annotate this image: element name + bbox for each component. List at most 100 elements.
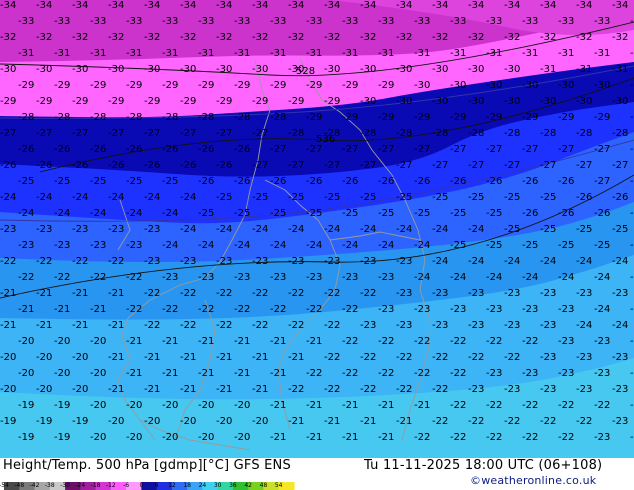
- temperature-label: -22: [306, 368, 322, 379]
- temperature-label: -22: [324, 384, 340, 395]
- temperature-label: -21: [72, 320, 88, 331]
- temperature-label: -22: [414, 432, 430, 443]
- temperature-label: -21: [252, 352, 268, 363]
- temperature-label: -22: [450, 432, 466, 443]
- temperature-label: -24: [108, 192, 124, 203]
- temperature-label: -23: [504, 384, 520, 395]
- temperature-label: -21: [270, 336, 286, 347]
- temperature-label: -22: [36, 256, 52, 267]
- temperature-label: -21: [288, 352, 304, 363]
- temperature-label: -29: [252, 96, 268, 107]
- temperature-label: -24: [306, 240, 322, 251]
- temperature-label: -22: [342, 304, 358, 315]
- temperature-label: -23: [270, 272, 286, 283]
- temperature-label: -21: [378, 400, 394, 411]
- temperature-label: -22: [522, 432, 538, 443]
- temperature-label: -29: [198, 80, 214, 91]
- temperature-label: -25: [396, 192, 412, 203]
- temperature-label: -22: [342, 368, 358, 379]
- temperature-label: -30: [540, 96, 556, 107]
- temperature-label: -21: [108, 288, 124, 299]
- temperature-label: -28: [468, 128, 484, 139]
- temperature-label: -23: [612, 288, 628, 299]
- temperature-label: -22: [306, 304, 322, 315]
- temperature-label: -28: [288, 128, 304, 139]
- temperature-label: -21: [108, 352, 124, 363]
- temperature-label: -20: [18, 368, 34, 379]
- temperature-label: -24: [72, 192, 88, 203]
- temperature-label: -22: [522, 400, 538, 411]
- temperature-label: -28: [162, 112, 178, 123]
- temperature-label: -34: [360, 0, 376, 11]
- temperature-label: -26: [270, 176, 286, 187]
- temperature-label: -24: [450, 272, 466, 283]
- temperature-label: -23: [576, 352, 592, 363]
- temperature-label: -22: [288, 320, 304, 331]
- temperature-label: -28: [540, 128, 556, 139]
- temperature-label: -22: [360, 288, 376, 299]
- temperature-label: -24: [432, 256, 448, 267]
- temperature-label: -22: [126, 272, 142, 283]
- temperature-label: -25: [540, 192, 556, 203]
- temperature-label: -21: [54, 304, 70, 315]
- color-scale-tick: -54: [0, 482, 9, 489]
- color-scale-tick: 48: [259, 482, 268, 489]
- map-caption-time: Tu 11-11-2025 18:00 UTC (06+108): [364, 458, 603, 473]
- temperature-label: -27: [0, 128, 16, 139]
- temperature-label: -23: [630, 432, 634, 443]
- color-scale-tick: 6: [154, 482, 159, 489]
- temperature-label: -25: [414, 208, 430, 219]
- temperature-label: -22: [252, 288, 268, 299]
- temperature-label: -22: [504, 352, 520, 363]
- temperature-label: -22: [432, 416, 448, 427]
- temperature-label: -25: [288, 192, 304, 203]
- temperature-label: -23: [216, 256, 232, 267]
- temperature-label: -25: [486, 208, 502, 219]
- temperature-label: -28: [432, 128, 448, 139]
- temperature-label: -29: [18, 80, 34, 91]
- temperature-label: -33: [270, 16, 286, 27]
- temperature-label: -24: [180, 224, 196, 235]
- temperature-label: -31: [90, 48, 106, 59]
- temperature-label: -28: [54, 112, 70, 123]
- temperature-label: -24: [198, 240, 214, 251]
- temperature-label: -23: [252, 256, 268, 267]
- temperature-label: -24: [0, 192, 16, 203]
- temperature-label: -27: [396, 160, 412, 171]
- temperature-label: -23: [468, 320, 484, 331]
- temperature-label: -33: [198, 16, 214, 27]
- temperature-label: -21: [306, 336, 322, 347]
- temperature-label: -22: [360, 384, 376, 395]
- temperature-label: -32: [72, 32, 88, 43]
- temperature-label: -20: [72, 352, 88, 363]
- height-label: 528: [296, 66, 315, 77]
- temperature-label: -27: [450, 144, 466, 155]
- temperature-label: -22: [144, 288, 160, 299]
- temperature-label: -21: [180, 352, 196, 363]
- temperature-label: -31: [306, 48, 322, 59]
- temperature-label: -31: [576, 64, 592, 75]
- temperature-label: -23: [306, 272, 322, 283]
- temperature-label: -27: [432, 160, 448, 171]
- temperature-label: -23: [342, 272, 358, 283]
- temperature-label: -31: [18, 48, 34, 59]
- temperature-label: -25: [360, 192, 376, 203]
- temperature-label: -32: [540, 32, 556, 43]
- temperature-label: -33: [450, 16, 466, 27]
- temperature-label: -29: [288, 96, 304, 107]
- temperature-label: -22: [540, 416, 556, 427]
- temperature-label: -32: [468, 32, 484, 43]
- temperature-label: -21: [36, 288, 52, 299]
- temperature-label: -23: [144, 224, 160, 235]
- temperature-label: -26: [576, 192, 592, 203]
- temperature-label: -33: [54, 16, 70, 27]
- temperature-label: -34: [396, 0, 412, 11]
- temperature-label: -30: [594, 80, 610, 91]
- temperature-label: -25: [540, 224, 556, 235]
- temperature-label: -23: [540, 288, 556, 299]
- temperature-label: -22: [54, 272, 70, 283]
- temperature-label: -27: [342, 144, 358, 155]
- temperature-label: -24: [558, 272, 574, 283]
- temperature-label: -23: [396, 288, 412, 299]
- temperature-label: -24: [414, 272, 430, 283]
